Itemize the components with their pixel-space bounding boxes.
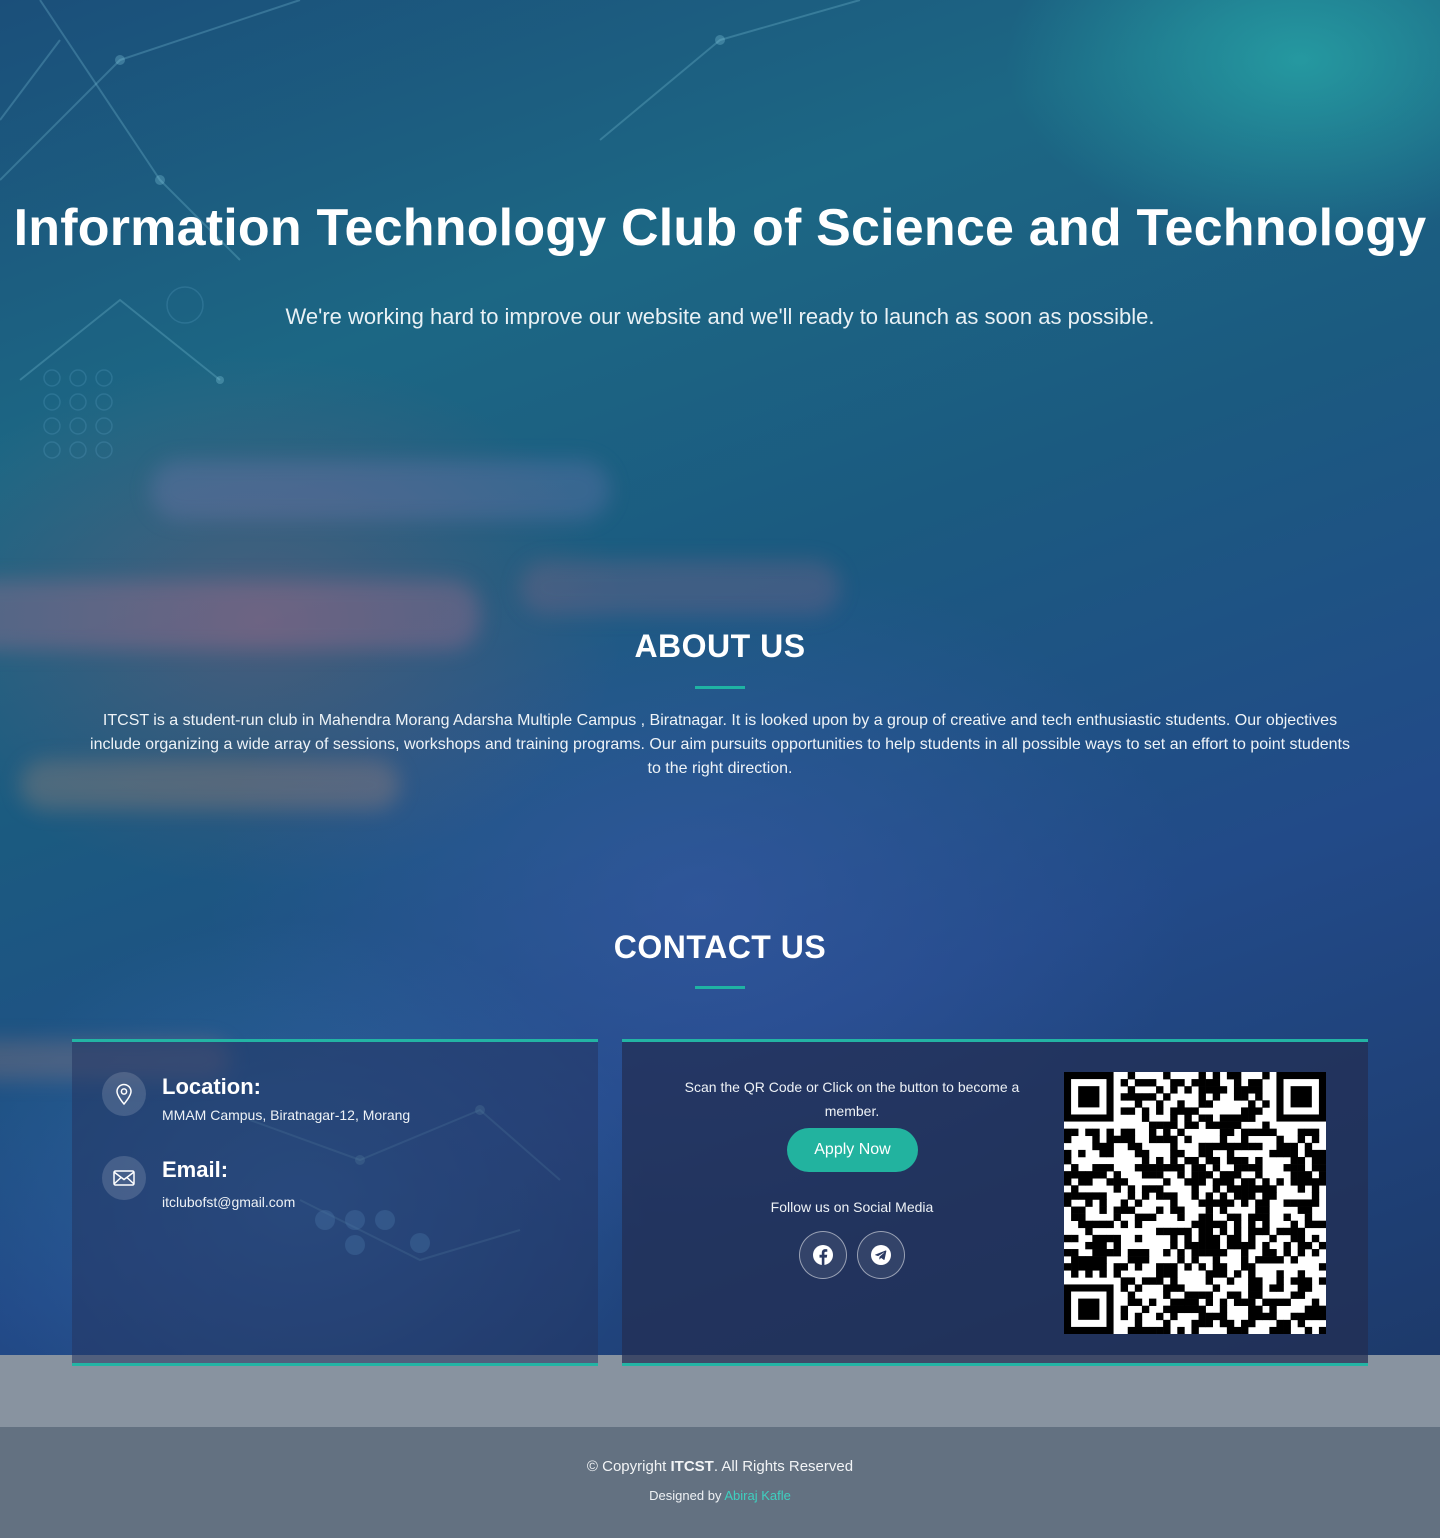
designer-credit: Designed by Abiraj Kafle (0, 1488, 1440, 1503)
about-text: ITCST is a student-run club in Mahendra … (90, 712, 1350, 777)
map-pin-icon (102, 1072, 146, 1116)
facebook-link[interactable] (799, 1231, 847, 1279)
designed-by-label: Designed by (649, 1488, 725, 1503)
designer-link[interactable]: Abiraj Kafle (724, 1488, 790, 1503)
about-divider (695, 686, 745, 689)
copyright-text: © Copyright ITCST. All Rights Reserved (0, 1458, 1440, 1475)
email-label: Email: (162, 1157, 229, 1182)
facebook-icon (813, 1245, 833, 1265)
about-heading: ABOUT US (634, 628, 806, 664)
copyright-brand: ITCST (670, 1458, 714, 1475)
membership-card: Scan the QR Code or Click on the button … (622, 1039, 1368, 1366)
contact-heading: CONTACT US (613, 929, 827, 965)
telegram-link[interactable] (857, 1231, 905, 1279)
contact-divider (695, 986, 745, 989)
scan-instruction: Scan the QR Code or Click on the button … (684, 1079, 1020, 1119)
location-value: MMAM Campus, Biratnagar-12, Morang (162, 1107, 411, 1123)
apply-now-button[interactable]: Apply Now (787, 1128, 918, 1172)
copyright-prefix: © Copyright (586, 1458, 671, 1475)
envelope-icon (102, 1156, 146, 1200)
copyright-suffix: . All Rights Reserved (713, 1458, 854, 1475)
follow-social-text: Follow us on Social Media (770, 1199, 934, 1215)
qr-code (1064, 1072, 1327, 1335)
contact-info-card: Location: MMAM Campus, Biratnagar-12, Mo… (72, 1039, 598, 1366)
email-value[interactable]: itclubofst@gmail.com (162, 1194, 295, 1210)
footer: © Copyright ITCST. All Rights Reserved D… (0, 1427, 1440, 1538)
hero-title: Information Technology Club of Science a… (13, 199, 1427, 257)
location-label: Location: (162, 1074, 261, 1099)
telegram-icon (871, 1245, 891, 1265)
hero-subtitle: We're working hard to improve our websit… (285, 304, 1155, 329)
